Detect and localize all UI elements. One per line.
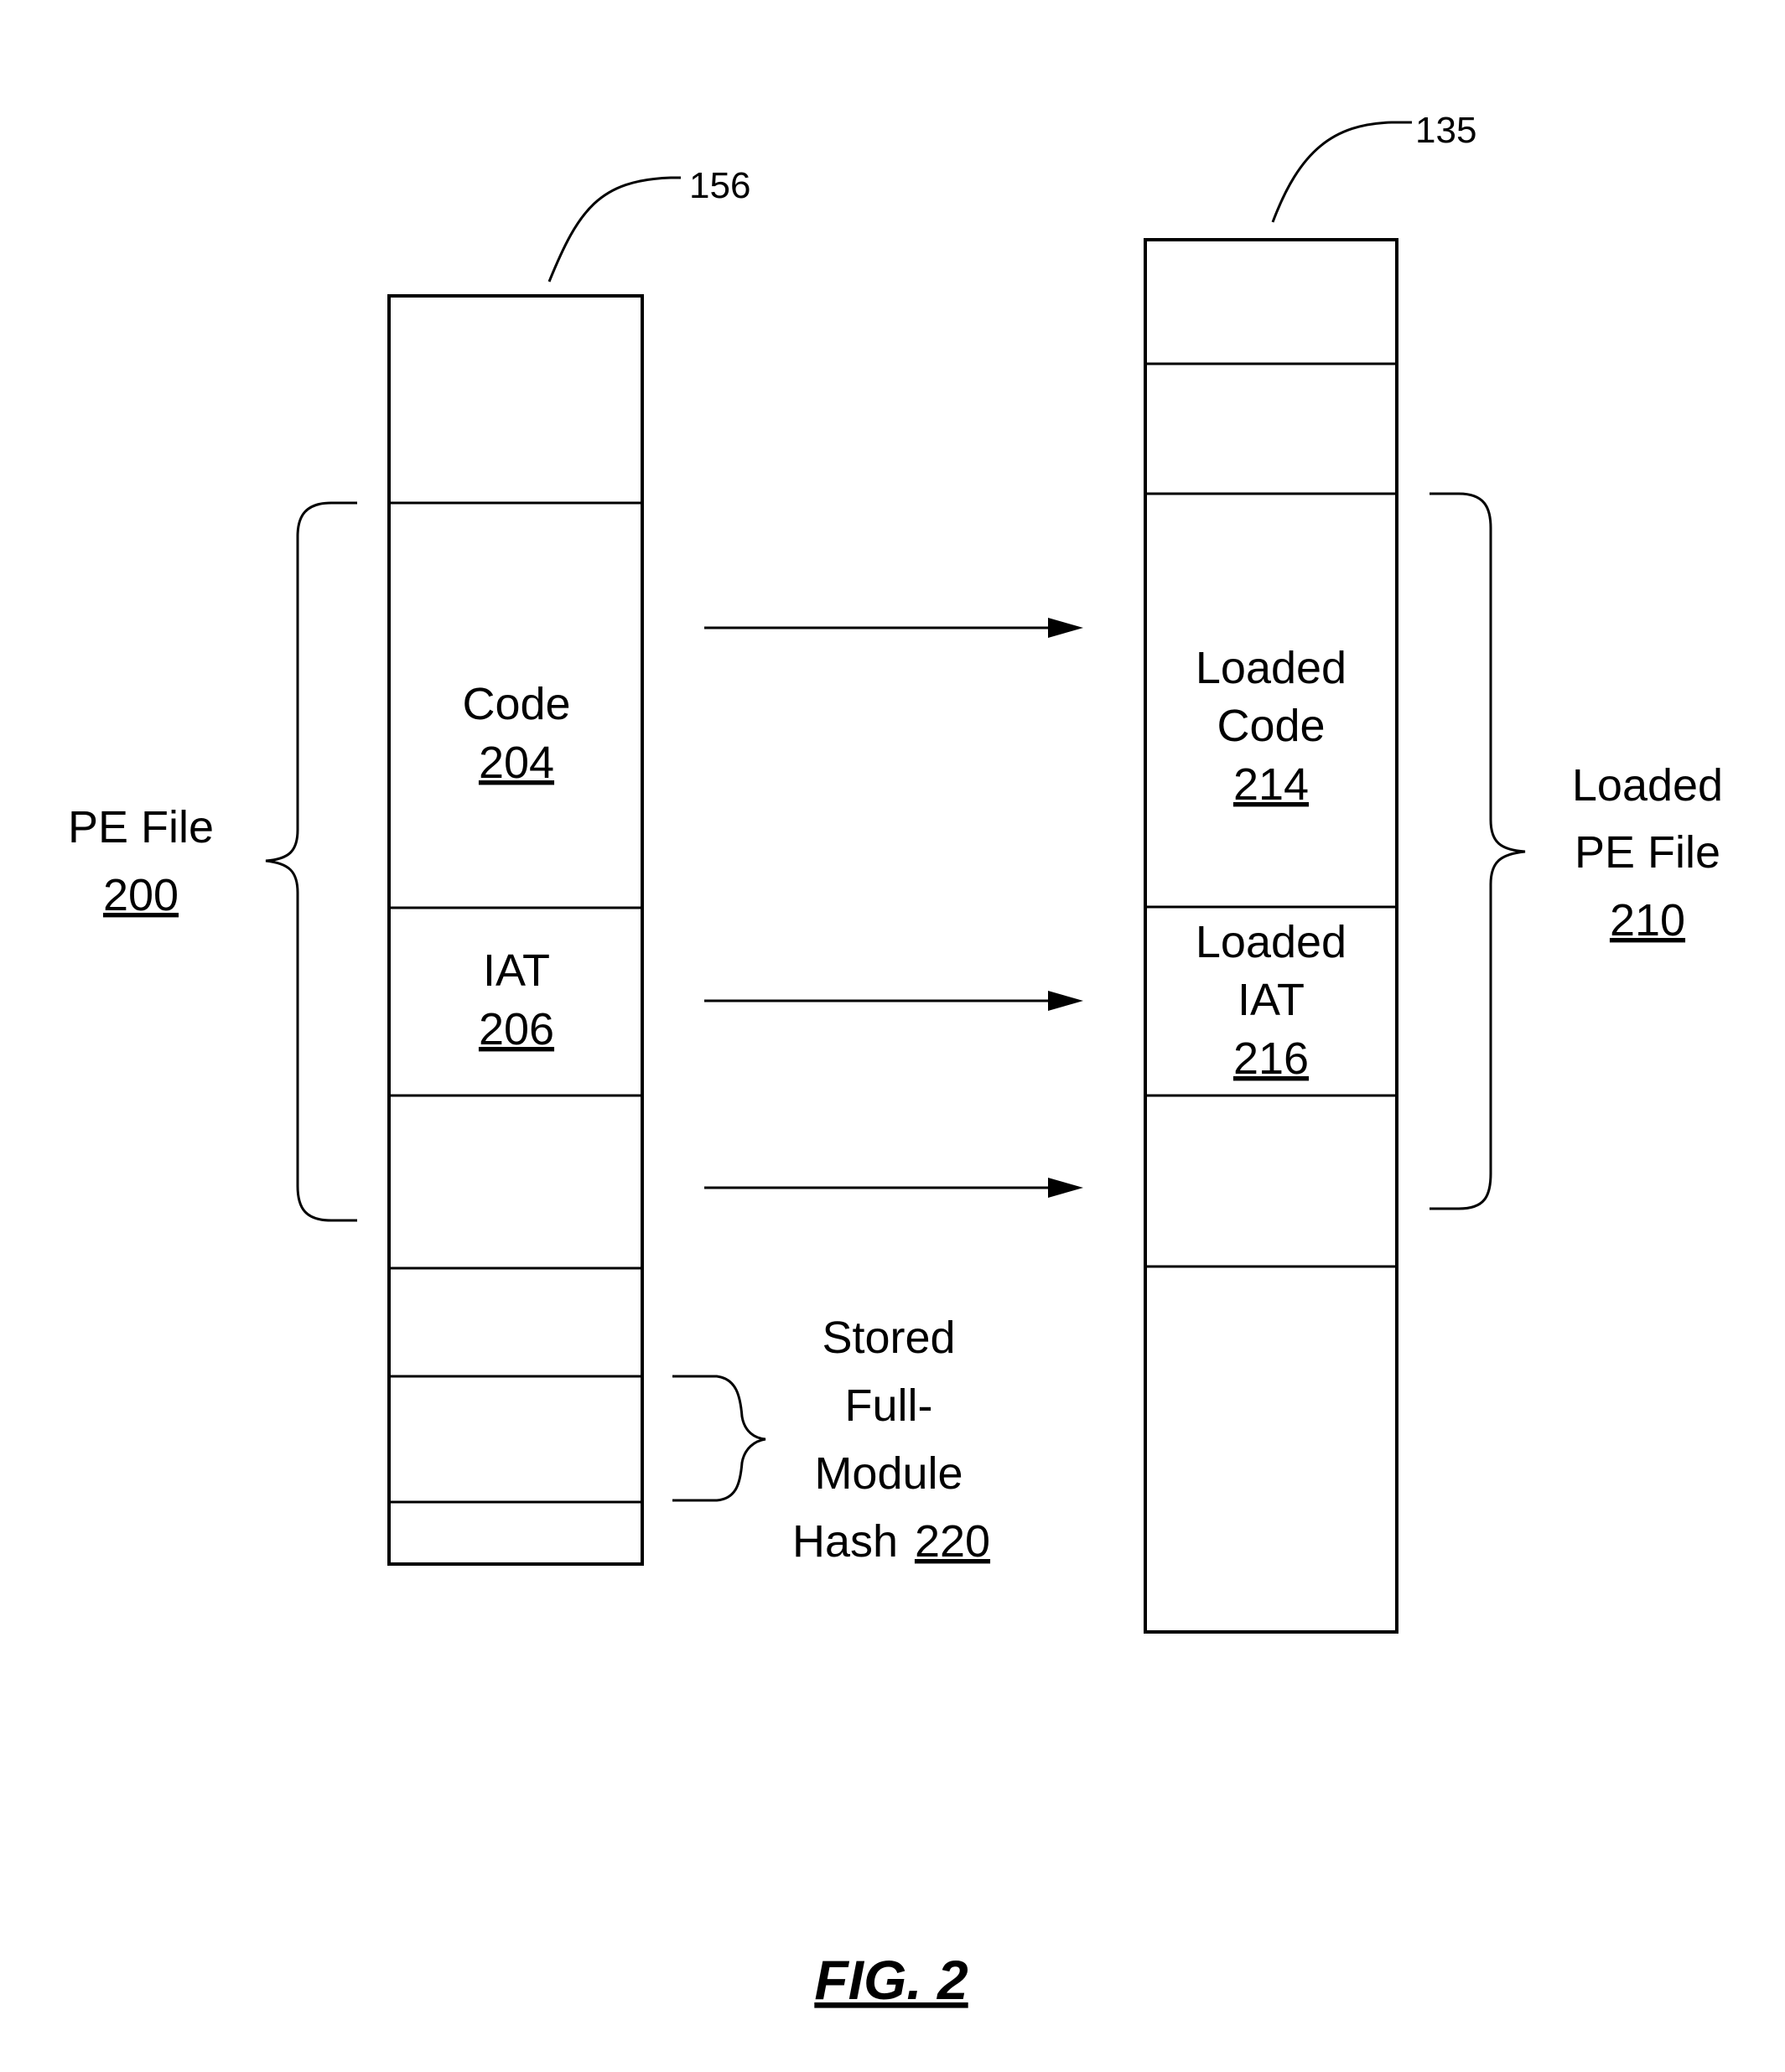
svg-text:Full-: Full- (845, 1380, 933, 1431)
svg-text:IAT: IAT (483, 945, 550, 996)
hash-brace (672, 1375, 766, 1502)
ref-label-156: 156 (689, 165, 750, 206)
svg-text:214: 214 (1233, 759, 1309, 810)
svg-text:Module: Module (814, 1448, 963, 1499)
leader-line-135 (1271, 121, 1412, 223)
stored-hash-label: Stored Full- Module Hash 220 (792, 1313, 990, 1567)
svg-text:216: 216 (1233, 1033, 1309, 1084)
svg-text:Code: Code (462, 679, 570, 729)
svg-text:Loaded: Loaded (1196, 643, 1347, 693)
svg-text:Code: Code (1217, 701, 1325, 751)
svg-text:220: 220 (915, 1516, 990, 1567)
figure-caption: FIG. 2 (814, 1949, 968, 2011)
svg-text:204: 204 (479, 738, 554, 788)
figure-canvas: 156 135 Code 204 IAT 206 Loaded Code 214 (68, 110, 1723, 2011)
loaded-pe-file-label: Loaded PE File 210 (1572, 760, 1723, 945)
svg-text:PE File: PE File (68, 802, 214, 852)
svg-text:206: 206 (479, 1004, 554, 1054)
svg-text:210: 210 (1610, 895, 1685, 945)
mapping-arrows (704, 618, 1083, 1198)
pe-file-label: PE File 200 (68, 802, 214, 920)
svg-text:Stored: Stored (822, 1313, 955, 1363)
leader-line-156 (547, 176, 681, 282)
left-module-box (387, 294, 644, 1566)
arrowhead-icon (1048, 618, 1083, 638)
loaded-pe-file-brace (1430, 492, 1526, 1210)
ref-label-135: 135 (1415, 110, 1476, 151)
svg-text:Loaded: Loaded (1572, 760, 1723, 811)
svg-text:PE File: PE File (1575, 827, 1720, 878)
pe-file-brace (265, 501, 357, 1222)
svg-text:Hash: Hash (792, 1516, 898, 1567)
svg-text:IAT: IAT (1238, 975, 1305, 1025)
svg-text:Loaded: Loaded (1196, 917, 1347, 967)
arrowhead-icon (1048, 1178, 1083, 1198)
arrowhead-icon (1048, 991, 1083, 1011)
left-module-stack: Code 204 IAT 206 (387, 294, 644, 1566)
svg-text:200: 200 (103, 870, 179, 920)
right-module-stack: Loaded Code 214 Loaded IAT 216 (1144, 238, 1398, 1634)
